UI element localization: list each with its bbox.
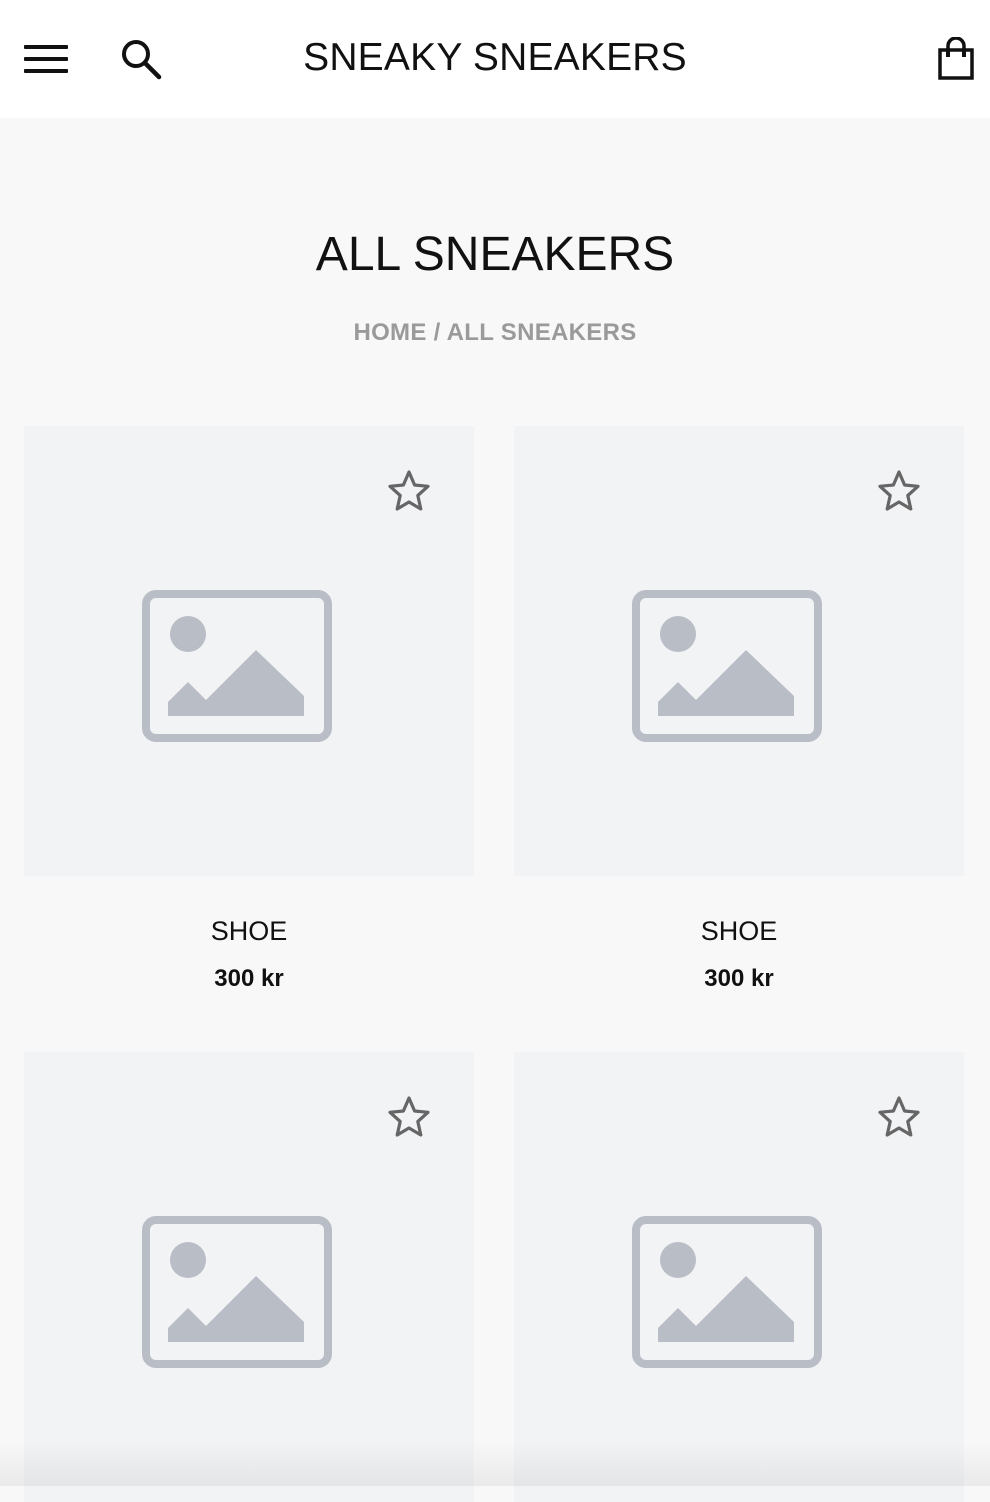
product-price: 300 kr — [704, 965, 774, 992]
brand-logo[interactable]: SNEAKY SNEAKERS — [0, 36, 990, 80]
product-name[interactable]: SHOE — [24, 916, 474, 947]
star-outline-icon — [388, 470, 430, 511]
favorite-button[interactable] — [384, 466, 434, 516]
page-title: ALL SNEAKERS — [315, 228, 675, 281]
cart-button[interactable] — [932, 35, 980, 83]
breadcrumb: HOME / ALL SNEAKERS — [0, 319, 990, 347]
site-header: SNEAKY SNEAKERS — [0, 0, 990, 118]
image-placeholder-icon — [632, 1216, 822, 1368]
favorite-button[interactable] — [874, 466, 924, 516]
breadcrumb-separator: / — [426, 319, 447, 346]
product-image[interactable] — [24, 1052, 474, 1502]
star-outline-icon — [878, 470, 920, 511]
image-placeholder-icon — [632, 590, 822, 742]
product-image[interactable] — [514, 1052, 964, 1502]
image-placeholder-icon — [142, 1216, 332, 1368]
product-image[interactable] — [24, 426, 474, 876]
star-outline-icon — [388, 1096, 430, 1137]
shopping-bag-icon — [938, 37, 974, 80]
product-price: 300 kr — [214, 965, 284, 992]
product-image[interactable] — [514, 426, 964, 876]
product-name[interactable]: SHOE — [514, 916, 964, 947]
breadcrumb-current: ALL SNEAKERS — [446, 319, 637, 346]
favorite-button[interactable] — [384, 1092, 434, 1142]
image-placeholder-icon — [142, 590, 332, 742]
star-outline-icon — [878, 1096, 920, 1137]
favorite-button[interactable] — [874, 1092, 924, 1142]
breadcrumb-home-link[interactable]: HOME — [353, 319, 426, 346]
